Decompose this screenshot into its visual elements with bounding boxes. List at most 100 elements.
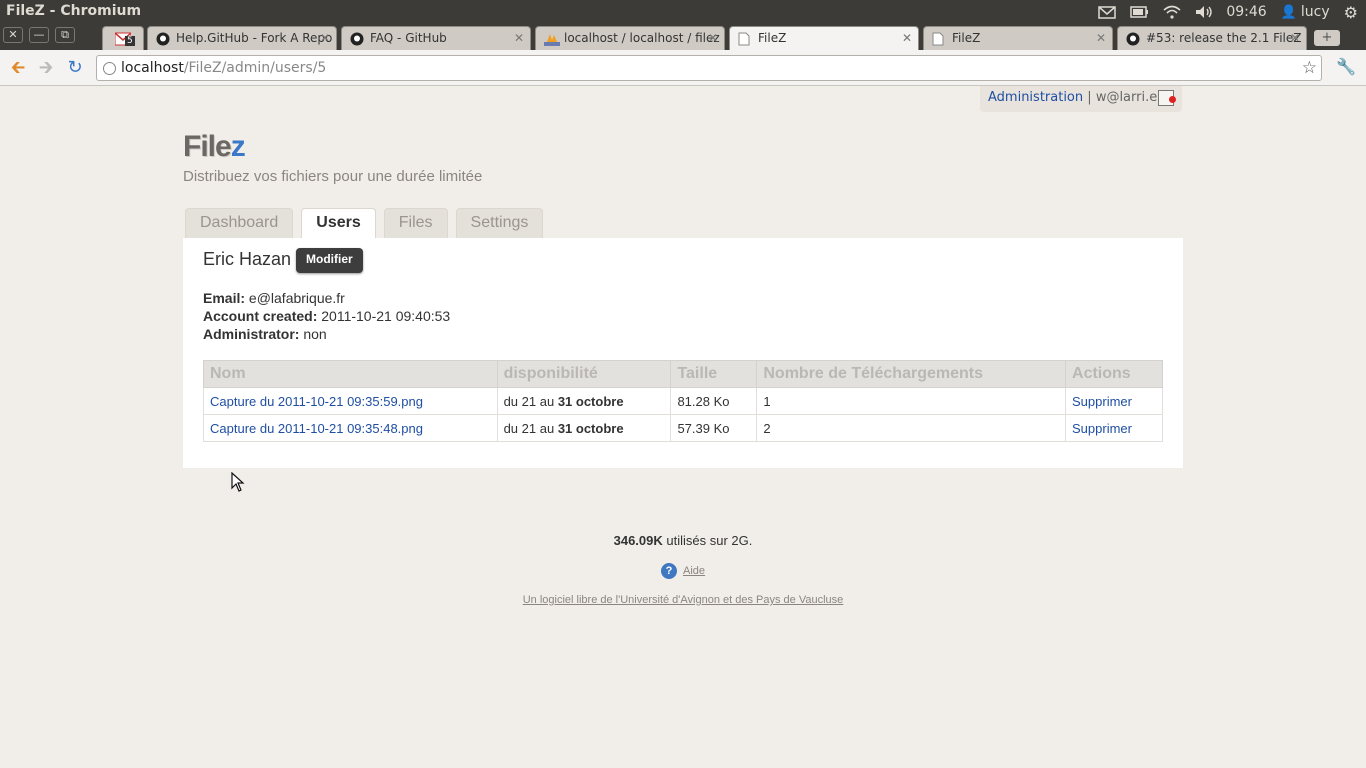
close-icon[interactable]: ✕ [514,31,524,45]
credit-link[interactable]: Un logiciel libre de l'Université d'Avig… [523,594,844,606]
bookmark-star-icon[interactable]: ☆ [1302,58,1317,78]
url-path: /FileZ/admin/users/5 [183,60,327,76]
tab-label: FAQ - GitHub [370,31,447,45]
admin-label: Administrator: [203,326,300,342]
tab-label: #53: release the 2.1 FileZ [1146,31,1302,45]
availability-cell: du 21 au 31 octobre [496,387,672,415]
user-menu[interactable]: 👤 lucy [1281,4,1330,20]
column-header-downloads[interactable]: Nombre de Téléchargements [756,360,1067,388]
admin-value: non [303,326,327,342]
close-window-button[interactable]: ✕ [3,27,23,43]
logout-icon[interactable] [1158,90,1176,106]
browser-tab-strip: ✕ — ⧉ 5 Help.GitHub - Fork A Repo ✕ FAQ … [0,24,1366,50]
url-host: localhost [121,60,184,76]
mouse-cursor-icon [231,472,245,492]
mail-icon[interactable] [1098,5,1117,19]
table-row: Capture du 2011-10-21 09:35:59.png du 21… [203,387,1163,415]
delete-file-link[interactable]: Supprimer [1072,394,1132,409]
browser-tab[interactable]: Help.GitHub - Fork A Repo ✕ [147,26,337,50]
column-header-name[interactable]: Nom [203,360,498,388]
address-bar[interactable]: localhost/FileZ/admin/users/5 ☆ [96,55,1322,81]
help-section: ? Aide [0,563,1366,579]
tab-label: Help.GitHub - Fork A Repo [176,31,333,45]
storage-usage: 346.09K utilisés sur 2G. [0,533,1366,548]
gmail-badge: 5 [125,36,135,46]
user-bar: Administration | w@larri.eu | [980,86,1182,112]
logged-in-email: w@larri.eu [1095,90,1166,105]
gear-icon[interactable]: ⚙ [1344,3,1358,22]
tab-label: FileZ [758,31,787,45]
tab-users[interactable]: Users [301,208,376,239]
size-cell: 81.28 Ko [670,387,758,415]
email-label: Email: [203,290,246,306]
user-files-table: Nom disponibilité Taille Nombre de Téléc… [203,360,1163,442]
file-name-link[interactable]: Capture du 2011-10-21 09:35:59.png [210,394,423,409]
github-icon [350,32,364,46]
close-icon[interactable]: ✕ [320,31,330,45]
administration-link[interactable]: Administration [988,90,1083,105]
user-email-line: Email: e@lafabrique.fr [203,290,345,306]
browser-tab-gmail[interactable]: 5 [102,26,144,50]
user-name-heading: Eric Hazan [203,249,292,269]
column-header-size[interactable]: Taille [670,360,758,388]
file-name-link[interactable]: Capture du 2011-10-21 09:35:48.png [210,421,423,436]
phpmyadmin-icon [544,32,560,46]
back-arrow-icon[interactable]: 🡰 [8,58,28,78]
created-value: 2011-10-21 09:40:53 [321,308,451,324]
os-top-panel: FileZ - Chromium 09:46 👤 lucy ⚙ [0,0,1366,24]
new-tab-button[interactable]: + [1314,30,1340,46]
browser-tab[interactable]: #53: release the 2.1 FileZ ✕ [1117,26,1307,50]
tagline: Distribuez vos fichiers pour une durée l… [183,168,483,185]
wifi-icon[interactable] [1162,5,1181,19]
created-label: Account created: [203,308,318,324]
usage-text: utilisés sur 2G. [666,533,753,548]
tab-files[interactable]: Files [383,208,448,238]
help-link[interactable]: Aide [683,565,705,577]
close-icon[interactable]: ✕ [708,31,718,45]
maximize-window-button[interactable]: ⧉ [55,27,75,43]
clock[interactable]: 09:46 [1226,4,1266,20]
user-detail-panel: Eric Hazan Modifier Email: e@lafabrique.… [183,238,1183,468]
tab-settings[interactable]: Settings [455,208,544,238]
column-header-actions: Actions [1065,360,1163,388]
page-info-icon[interactable] [103,62,116,75]
user-icon: 👤 [1280,4,1297,20]
downloads-cell: 1 [756,387,1067,415]
tab-label: FileZ [952,31,981,45]
email-value: e@lafabrique.fr [248,290,345,306]
browser-tab-active[interactable]: FileZ ✕ [729,26,919,50]
page-icon [932,32,946,46]
help-icon[interactable]: ? [660,563,677,579]
browser-toolbar: 🡰 🡲 ↻ localhost/FileZ/admin/users/5 ☆ 🔧 [0,50,1366,86]
volume-icon[interactable] [1194,5,1213,19]
minimize-window-button[interactable]: — [29,27,49,43]
usage-amount: 346.09K [613,533,663,548]
github-icon [156,32,170,46]
forward-arrow-icon[interactable]: 🡲 [36,58,56,78]
administrator-line: Administrator: non [203,326,327,342]
user-name: lucy [1300,4,1330,20]
battery-icon[interactable] [1130,5,1149,19]
close-icon[interactable]: ✕ [1096,31,1106,45]
window-title: FileZ - Chromium [6,3,142,19]
modify-user-button[interactable]: Modifier [296,248,363,273]
close-icon[interactable]: ✕ [902,31,912,45]
github-icon [1126,32,1140,46]
size-cell: 57.39 Ko [670,414,758,442]
tab-dashboard[interactable]: Dashboard [185,208,294,238]
table-row: Capture du 2011-10-21 09:35:48.png du 21… [203,414,1163,442]
downloads-cell: 2 [756,414,1067,442]
browser-tab[interactable]: localhost / localhost / filez ✕ [535,26,725,50]
delete-file-link[interactable]: Supprimer [1072,421,1132,436]
browser-tab[interactable]: FileZ ✕ [923,26,1113,50]
browser-tab[interactable]: FAQ - GitHub ✕ [341,26,531,50]
system-tray: 09:46 👤 lucy ⚙ [1098,0,1366,24]
account-created-line: Account created: 2011-10-21 09:40:53 [203,308,450,324]
column-header-availability[interactable]: disponibilité [496,360,672,388]
close-icon[interactable]: ✕ [1290,31,1300,45]
tab-label: localhost / localhost / filez [564,31,720,45]
wrench-menu-icon[interactable]: 🔧 [1336,57,1356,76]
filez-logo[interactable]: Filez [183,130,246,164]
admin-nav-tabs: Dashboard Users Files Settings [185,208,544,239]
reload-icon[interactable]: ↻ [65,58,85,78]
